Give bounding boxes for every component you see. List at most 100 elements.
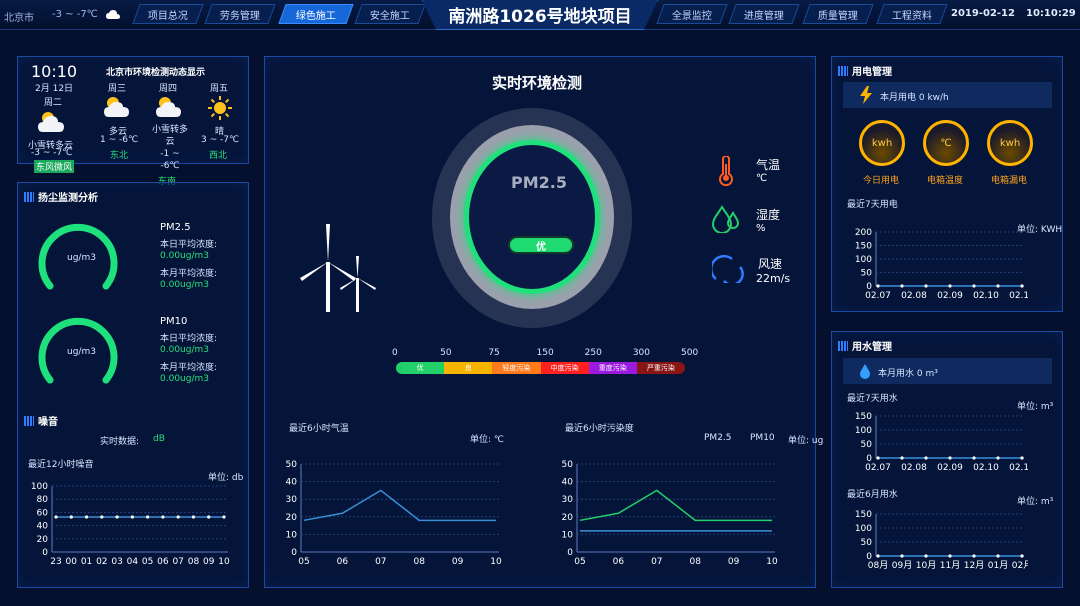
day-avg-label: 本日平均浓度: xyxy=(160,240,218,250)
tab-progress[interactable]: 进度管理 xyxy=(728,4,800,24)
x-tick-label: 10 xyxy=(218,557,230,567)
x-tick-label: 08 xyxy=(188,557,200,567)
box-leakage-ring: kwh xyxy=(987,120,1033,166)
x-tick-label: 05 xyxy=(574,557,585,567)
y-tick-label: 20 xyxy=(286,513,298,523)
humidity-icon xyxy=(711,205,740,233)
scale-tick: 75 xyxy=(488,348,500,358)
x-tick-label: 02.08 xyxy=(901,291,927,301)
y-tick-label: 80 xyxy=(37,495,49,505)
data-point xyxy=(972,284,976,288)
air-quality-badge: 优 xyxy=(508,236,574,254)
forecast-day: 周四 xyxy=(159,84,178,94)
data-point xyxy=(115,515,119,519)
data-point xyxy=(900,284,904,288)
water6-chart: 05010015008月 09月 10月 11月 12月 01月 02月 xyxy=(855,510,1028,571)
data-point xyxy=(972,554,976,558)
pollution-chart-title: 最近6小时污染度 xyxy=(565,424,634,434)
tab-documents[interactable]: 工程资料 xyxy=(876,4,948,24)
x-tick-label: 02.11 xyxy=(1009,291,1028,301)
y-tick-label: 40 xyxy=(37,522,49,532)
weather-time: 10:10 xyxy=(31,62,78,81)
data-point xyxy=(100,515,104,519)
temp-chart-title: 最近6小时气温 xyxy=(289,424,349,434)
tab-panorama[interactable]: 全景监控 xyxy=(656,4,728,24)
scale-tick: 250 xyxy=(584,348,602,358)
y-tick-label: 50 xyxy=(286,460,298,470)
x-tick-label: 23 xyxy=(50,557,61,567)
data-point xyxy=(876,284,880,288)
y-tick-label: 0 xyxy=(42,548,48,558)
x-tick-label: 03 xyxy=(111,557,122,567)
legend-pm25: PM2.5 xyxy=(704,433,732,443)
tab-quality[interactable]: 质量管理 xyxy=(802,4,874,24)
x-tick-label: 04 xyxy=(127,557,139,567)
forecast-wind: 东北 xyxy=(110,151,129,161)
power-title: 用电管理 xyxy=(838,63,892,78)
x-tick-label: 08 xyxy=(413,557,425,567)
x-tick-label: 00 xyxy=(66,557,78,567)
legend-pm10: PM10 xyxy=(750,433,775,443)
month-avg-label: 本月平均浓度: xyxy=(160,363,218,373)
tab-project-overview[interactable]: 项目总况 xyxy=(132,4,204,24)
today-wind-badge: 东风微风 xyxy=(34,160,75,173)
data-point xyxy=(876,456,880,460)
gauge-unit: ug/m3 xyxy=(67,253,96,263)
noise-chart: 0 20 40 60 80 100 23 00 01 02 03 04 05 06 07 08 09 10 xyxy=(31,482,230,567)
data-point xyxy=(1020,456,1024,460)
x-tick-label: 07 xyxy=(172,557,183,567)
scale-tick: 300 xyxy=(632,348,651,358)
dust-title: 扬尘监测分析 xyxy=(24,189,98,204)
data-point xyxy=(924,456,928,460)
cloud-sun-icon xyxy=(156,96,182,122)
y-tick-label: 10 xyxy=(286,530,298,540)
water6-unit: 单位: m³ xyxy=(1017,497,1054,507)
pollution-chart: 0 10 20 30 40 50 05 06 07 08 09 10 xyxy=(562,460,778,567)
data-point xyxy=(1020,284,1024,288)
header-date: 2019-02-12 xyxy=(951,8,1015,19)
x-tick-label: 01 xyxy=(81,557,92,567)
x-tick-label: 02.09 xyxy=(937,463,963,473)
x-tick-label: 05 xyxy=(298,557,309,567)
water6-chart-title: 最近6月用水 xyxy=(847,490,898,500)
data-point xyxy=(996,456,1000,460)
weather-title: 北京市环境检测动态显示 xyxy=(106,68,206,78)
wind-value: 22m/s xyxy=(756,272,791,285)
data-point xyxy=(900,554,904,558)
x-tick-label: 06 xyxy=(613,557,625,567)
y-tick-label: 20 xyxy=(562,513,574,523)
pm25-main-gauge xyxy=(464,140,600,294)
water7-chart-title: 最近7天用水 xyxy=(847,394,898,404)
data-point xyxy=(161,515,165,519)
x-tick-label: 07 xyxy=(651,557,662,567)
x-tick-label: 02.07 xyxy=(865,463,891,473)
x-tick-label: 02 xyxy=(96,557,107,567)
data-point xyxy=(876,554,880,558)
day-avg-label: 本日平均浓度: xyxy=(160,334,218,344)
x-tick-label: 02.10 xyxy=(973,291,999,301)
y-tick-label: 100 xyxy=(855,524,872,534)
water-drop-icon xyxy=(860,364,870,379)
x-tick-label: 09 xyxy=(728,557,740,567)
data-point xyxy=(924,554,928,558)
x-tick-label: 06 xyxy=(337,557,349,567)
header-temp: -3 ~ -7℃ xyxy=(52,9,98,20)
x-tick-label: 09 xyxy=(203,557,215,567)
pm25-label: PM2.5 xyxy=(160,222,191,233)
x-tick-label: 02.07 xyxy=(865,291,891,301)
x-tick-label: 11月 xyxy=(940,560,960,571)
forecast-day: 周五 xyxy=(210,84,229,94)
tab-safety[interactable]: 安全施工 xyxy=(354,4,426,24)
y-tick-label: 100 xyxy=(31,482,48,492)
y-tick-label: 30 xyxy=(286,495,298,505)
x-tick-label: 01月 xyxy=(988,560,1008,571)
y-tick-label: 50 xyxy=(562,460,574,470)
tab-labor[interactable]: 劳务管理 xyxy=(204,4,276,24)
pollution-chart-unit: 单位: ug xyxy=(788,436,824,446)
month-avg-value: 0.00ug/m3 xyxy=(160,374,209,384)
x-tick-label: 09月 xyxy=(892,560,912,571)
bars-icon xyxy=(24,415,34,426)
wind-turbine-icon xyxy=(300,224,376,312)
y-tick-label: 40 xyxy=(286,478,298,488)
tab-green-construction[interactable]: 绿色施工 xyxy=(278,4,354,24)
